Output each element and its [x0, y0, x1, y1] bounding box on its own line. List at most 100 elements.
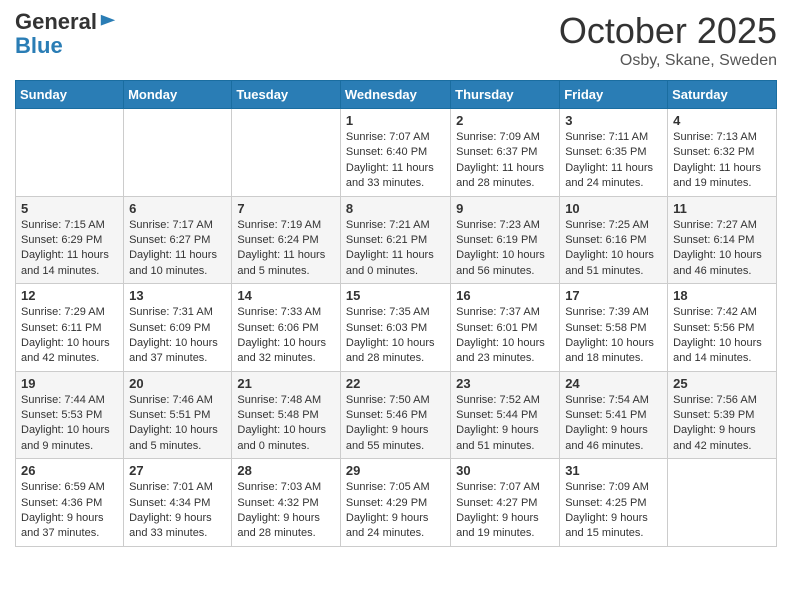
table-row: 16 Sunrise: 7:37 AM Sunset: 6:01 PM Dayli…	[451, 284, 560, 372]
table-row: 15 Sunrise: 7:35 AM Sunset: 6:03 PM Dayli…	[340, 284, 450, 372]
day-info: Sunrise: 7:44 AM Sunset: 5:53 PM Dayligh…	[21, 393, 118, 455]
col-friday: Friday	[560, 81, 668, 109]
day-info: Sunrise: 7:25 AM Sunset: 6:16 PM Dayligh…	[565, 218, 662, 280]
day-number: 20	[129, 376, 226, 391]
day-number: 19	[21, 376, 118, 391]
table-row: 30 Sunrise: 7:07 AM Sunset: 4:27 PM Dayli…	[451, 459, 560, 547]
day-number: 13	[129, 288, 226, 303]
day-info: Sunrise: 7:31 AM Sunset: 6:09 PM Dayligh…	[129, 305, 226, 367]
header: General Blue October 2025 Osby, Skane, S…	[15, 10, 777, 70]
week-row-1: 1 Sunrise: 7:07 AM Sunset: 6:40 PM Daylig…	[16, 109, 777, 197]
week-row-3: 12Sunrise: 7:29 AM Sunset: 6:11 PM Dayli…	[16, 284, 777, 372]
day-info: Sunrise: 7:03 AM Sunset: 4:32 PM Dayligh…	[237, 480, 335, 542]
day-info: Sunrise: 7:37 AM Sunset: 6:01 PM Dayligh…	[456, 305, 554, 367]
day-number: 26	[21, 463, 118, 478]
day-number: 9	[456, 201, 554, 216]
day-number: 1	[346, 113, 445, 128]
day-info: Sunrise: 7:01 AM Sunset: 4:34 PM Dayligh…	[129, 480, 226, 542]
day-info: Sunrise: 7:23 AM Sunset: 6:19 PM Dayligh…	[456, 218, 554, 280]
col-thursday: Thursday	[451, 81, 560, 109]
day-number: 5	[21, 201, 118, 216]
day-info: Sunrise: 7:21 AM Sunset: 6:21 PM Dayligh…	[346, 218, 445, 280]
day-number: 4	[673, 113, 771, 128]
table-row: 21Sunrise: 7:48 AM Sunset: 5:48 PM Dayli…	[232, 371, 341, 459]
logo-general-text: General	[15, 10, 97, 34]
day-number: 14	[237, 288, 335, 303]
day-info: Sunrise: 7:52 AM Sunset: 5:44 PM Dayligh…	[456, 393, 554, 455]
day-number: 15	[346, 288, 445, 303]
day-number: 11	[673, 201, 771, 216]
col-saturday: Saturday	[668, 81, 777, 109]
day-info: Sunrise: 7:27 AM Sunset: 6:14 PM Dayligh…	[673, 218, 771, 280]
table-row: 29Sunrise: 7:05 AM Sunset: 4:29 PM Dayli…	[340, 459, 450, 547]
day-number: 8	[346, 201, 445, 216]
table-row: 27 Sunrise: 7:01 AM Sunset: 4:34 PM Dayli…	[124, 459, 232, 547]
table-row: 23 Sunrise: 7:52 AM Sunset: 5:44 PM Dayli…	[451, 371, 560, 459]
day-info: Sunrise: 7:11 AM Sunset: 6:35 PM Dayligh…	[565, 130, 662, 192]
day-info: Sunrise: 7:17 AM Sunset: 6:27 PM Dayligh…	[129, 218, 226, 280]
day-number: 24	[565, 376, 662, 391]
day-info: Sunrise: 7:07 AM Sunset: 6:40 PM Dayligh…	[346, 130, 445, 192]
table-row: 9 Sunrise: 7:23 AM Sunset: 6:19 PM Daylig…	[451, 196, 560, 284]
day-info: Sunrise: 7:54 AM Sunset: 5:41 PM Dayligh…	[565, 393, 662, 455]
table-row: 3Sunrise: 7:11 AM Sunset: 6:35 PM Daylig…	[560, 109, 668, 197]
table-row: 6 Sunrise: 7:17 AM Sunset: 6:27 PM Daylig…	[124, 196, 232, 284]
day-number: 21	[237, 376, 335, 391]
title-block: October 2025 Osby, Skane, Sweden	[559, 10, 777, 70]
day-number: 23	[456, 376, 554, 391]
day-number: 27	[129, 463, 226, 478]
day-number: 16	[456, 288, 554, 303]
table-row: 14 Sunrise: 7:33 AM Sunset: 6:06 PM Dayli…	[232, 284, 341, 372]
day-info: Sunrise: 7:07 AM Sunset: 4:27 PM Dayligh…	[456, 480, 554, 542]
table-row	[668, 459, 777, 547]
table-row: 5 Sunrise: 7:15 AM Sunset: 6:29 PM Daylig…	[16, 196, 124, 284]
day-info: Sunrise: 7:42 AM Sunset: 5:56 PM Dayligh…	[673, 305, 771, 367]
day-info: Sunrise: 7:09 AM Sunset: 6:37 PM Dayligh…	[456, 130, 554, 192]
table-row: 19 Sunrise: 7:44 AM Sunset: 5:53 PM Dayli…	[16, 371, 124, 459]
day-info: Sunrise: 7:13 AM Sunset: 6:32 PM Dayligh…	[673, 130, 771, 192]
table-row: 18 Sunrise: 7:42 AM Sunset: 5:56 PM Dayli…	[668, 284, 777, 372]
day-info: Sunrise: 7:29 AM Sunset: 6:11 PM Dayligh…	[21, 305, 118, 367]
table-row: 24 Sunrise: 7:54 AM Sunset: 5:41 PM Dayli…	[560, 371, 668, 459]
week-row-2: 5 Sunrise: 7:15 AM Sunset: 6:29 PM Daylig…	[16, 196, 777, 284]
table-row: 10 Sunrise: 7:25 AM Sunset: 6:16 PM Dayli…	[560, 196, 668, 284]
day-info: Sunrise: 7:33 AM Sunset: 6:06 PM Dayligh…	[237, 305, 335, 367]
col-sunday: Sunday	[16, 81, 124, 109]
col-monday: Monday	[124, 81, 232, 109]
day-number: 18	[673, 288, 771, 303]
day-info: Sunrise: 6:59 AM Sunset: 4:36 PM Dayligh…	[21, 480, 118, 542]
day-number: 6	[129, 201, 226, 216]
table-row: 17Sunrise: 7:39 AM Sunset: 5:58 PM Dayli…	[560, 284, 668, 372]
day-info: Sunrise: 7:50 AM Sunset: 5:46 PM Dayligh…	[346, 393, 445, 455]
logo-flag-icon	[99, 13, 117, 31]
day-number: 25	[673, 376, 771, 391]
week-row-4: 19 Sunrise: 7:44 AM Sunset: 5:53 PM Dayli…	[16, 371, 777, 459]
table-row	[124, 109, 232, 197]
logo: General Blue	[15, 10, 117, 58]
day-number: 17	[565, 288, 662, 303]
day-number: 7	[237, 201, 335, 216]
col-tuesday: Tuesday	[232, 81, 341, 109]
day-number: 28	[237, 463, 335, 478]
table-row: 22Sunrise: 7:50 AM Sunset: 5:46 PM Dayli…	[340, 371, 450, 459]
day-info: Sunrise: 7:46 AM Sunset: 5:51 PM Dayligh…	[129, 393, 226, 455]
table-row: 20 Sunrise: 7:46 AM Sunset: 5:51 PM Dayli…	[124, 371, 232, 459]
location: Osby, Skane, Sweden	[559, 52, 777, 70]
day-info: Sunrise: 7:56 AM Sunset: 5:39 PM Dayligh…	[673, 393, 771, 455]
day-info: Sunrise: 7:15 AM Sunset: 6:29 PM Dayligh…	[21, 218, 118, 280]
month-title: October 2025	[559, 10, 777, 52]
table-row: 1 Sunrise: 7:07 AM Sunset: 6:40 PM Daylig…	[340, 109, 450, 197]
table-row: 25 Sunrise: 7:56 AM Sunset: 5:39 PM Dayli…	[668, 371, 777, 459]
table-row: 13 Sunrise: 7:31 AM Sunset: 6:09 PM Dayli…	[124, 284, 232, 372]
col-wednesday: Wednesday	[340, 81, 450, 109]
table-row: 26 Sunrise: 6:59 AM Sunset: 4:36 PM Dayli…	[16, 459, 124, 547]
table-row: 11 Sunrise: 7:27 AM Sunset: 6:14 PM Dayli…	[668, 196, 777, 284]
day-number: 2	[456, 113, 554, 128]
day-info: Sunrise: 7:35 AM Sunset: 6:03 PM Dayligh…	[346, 305, 445, 367]
day-info: Sunrise: 7:19 AM Sunset: 6:24 PM Dayligh…	[237, 218, 335, 280]
day-info: Sunrise: 7:05 AM Sunset: 4:29 PM Dayligh…	[346, 480, 445, 542]
day-number: 30	[456, 463, 554, 478]
table-row: 12Sunrise: 7:29 AM Sunset: 6:11 PM Dayli…	[16, 284, 124, 372]
day-number: 10	[565, 201, 662, 216]
table-row	[232, 109, 341, 197]
